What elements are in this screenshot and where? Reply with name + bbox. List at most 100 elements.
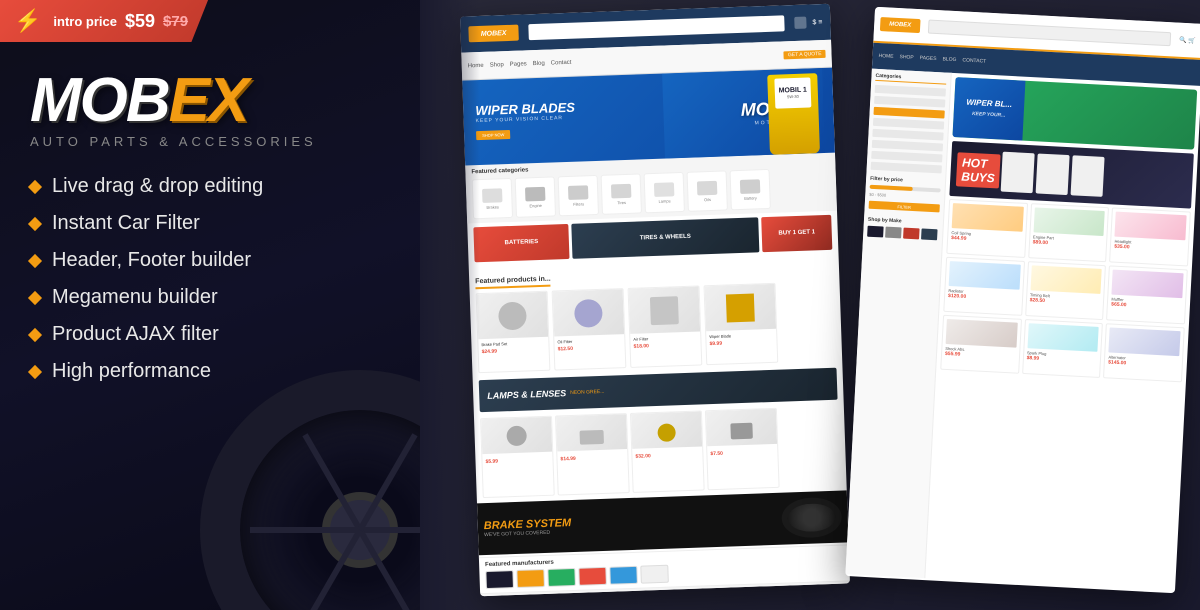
screenshot-main: MOBEX $ ≡ Home Shop Pages Blog Contact G…	[460, 4, 850, 597]
main-container: ⚡ intro price $59 $79 MOBEX AUTO PARTS &…	[0, 0, 1200, 610]
ss-price-range: $0 - $500	[869, 192, 940, 201]
ss-wiper-banner: WIPER BLADES KEEP YOUR VISION CLEAR SHOP…	[462, 68, 835, 166]
ss-right-product-row-1: Coil Spring $44.99 Engine Part $89.00 He…	[946, 199, 1191, 267]
ss-oil-type: 5W-30	[787, 94, 799, 99]
ss-cat-row: Brakes Engine Filters Tires Lamps Oils B…	[472, 167, 831, 219]
ss-right-product-row-2: Radiator $120.00 Timing Belt $28.50 Muff…	[943, 257, 1188, 325]
bullet-5	[28, 327, 42, 341]
logo-mob: MOB	[30, 66, 169, 135]
ss-product-3-info: Air Filter $18.00	[630, 331, 701, 353]
ss-r-prod-5: Timing Belt $28.50	[1025, 261, 1106, 320]
ss-product-2-info: Oil Filter $12.50	[554, 334, 625, 356]
ss-lamps-title: LAMPS & LENSES	[487, 388, 566, 401]
ss-banner-batteries-text: BATTERIES	[505, 239, 539, 248]
ss-mfr-bmw	[485, 570, 514, 589]
ss-product-6: $14.99	[555, 413, 630, 495]
ss-r-prod-3: Headlight $35.00	[1109, 207, 1190, 266]
ss-right-layout: Categories Filter by price $0 - $500	[845, 69, 1200, 592]
ss-r-prod-7: Shock Abs. $55.99	[940, 315, 1021, 374]
ss-product-3-name: Air Filter	[633, 335, 697, 342]
ss-nav-blog: Blog	[533, 60, 545, 66]
ss-product-grid: Brake Pad Set $24.99 Oil Filter $12.50	[476, 281, 837, 373]
ss-brand-logos-sidebar: Shop by Make	[867, 217, 939, 241]
ss-product-8-price: $7.50	[710, 449, 774, 457]
bullet-1	[28, 179, 42, 193]
bullet-4	[28, 290, 42, 304]
ss-mfr-shell	[516, 569, 545, 588]
feature-item-5: Product AJAX filter	[30, 323, 390, 346]
ss-banner-sale: BUY 1 GET 1	[761, 215, 832, 252]
spoke-2	[357, 529, 417, 610]
logo-tagline: AUTO PARTS & ACCESSORIES	[30, 134, 390, 149]
ss-price-slider-fill	[870, 185, 913, 191]
ss-right-nav-2: SHOP	[899, 54, 913, 61]
ss-brand-logo-grid	[867, 226, 938, 241]
ss-hot-prod-2	[1036, 153, 1070, 195]
ss-cat-4-label: Tires	[617, 199, 626, 204]
bullet-3	[28, 253, 42, 267]
ss-lamps-sale: NEON GREE...	[570, 389, 604, 396]
ss-cat-7-label: Battery	[744, 195, 757, 200]
ss-cat-3-label: Filters	[573, 201, 584, 206]
ss-right-nav-4: BLOG	[942, 56, 956, 63]
lightning-icon: ⚡	[14, 8, 41, 34]
ss-logo-mercedes	[885, 227, 902, 239]
ss-cat-3: Filters	[558, 175, 599, 216]
ss-nav-pages: Pages	[510, 61, 527, 68]
ss-mfr-mobil	[609, 566, 638, 585]
ss-r-prod-2-img	[1033, 207, 1105, 236]
ss-product-1-info: Brake Pad Set $24.99	[478, 337, 549, 359]
ss-product-6-img	[556, 414, 627, 451]
feature-item-1: Live drag & drop editing	[30, 175, 390, 198]
bullet-2	[28, 216, 42, 230]
ss-r-prod-4: Radiator $120.00	[943, 257, 1024, 316]
ss-mobil-area: MOBIL 1 MOTOR OIL MOBIL 1 5W-30	[662, 68, 825, 159]
ss-product-3-img	[629, 286, 701, 333]
ss-nav-cta: GET A QUOTE	[784, 49, 826, 58]
ss-product-1: Brake Pad Set $24.99	[476, 291, 551, 373]
feature-item-3: Header, Footer builder	[30, 249, 390, 272]
ss-product-5-info: $5.99	[482, 452, 552, 468]
ss-banner-batteries: BATTERIES	[473, 224, 569, 262]
feature-text-2: Instant Car Filter	[52, 212, 200, 235]
ss-r-prod-7-img	[946, 319, 1018, 348]
ss-sidebar-item-7	[871, 151, 942, 163]
ss-product-6-price: $14.99	[560, 454, 624, 462]
ss-product-7-info: $32.00	[632, 446, 702, 462]
ss-cat-1-label: Brakes	[486, 204, 499, 209]
ss-red-buys-badge: HOTBUYS	[956, 152, 1001, 188]
ss-more-products: $5.99 $14.99 $32.00	[474, 402, 847, 501]
spoke-3	[302, 529, 362, 610]
ss-product-2-price: $12.50	[558, 344, 622, 352]
ss-more-grid: $5.99 $14.99 $32.00	[480, 406, 841, 498]
ss-sidebar-item-3-active	[873, 107, 944, 119]
ss-products-section: Featured products in... Brake Pad Set $2…	[469, 254, 843, 378]
ss-mfr-bp	[547, 568, 576, 587]
bullet-6	[28, 364, 42, 378]
ss-product-7-price: $32.00	[635, 452, 699, 460]
ss-cat-5-label: Lamps	[658, 198, 670, 203]
ss-product-4-img	[705, 284, 777, 331]
ss-right-search	[928, 20, 1172, 47]
ss-r-prod-8-img	[1027, 323, 1099, 352]
feature-text-1: Live drag & drop editing	[52, 175, 263, 198]
feature-text-3: Header, Footer builder	[52, 249, 251, 272]
ss-oil-label: MOBIL 1 5W-30	[774, 77, 811, 108]
ss-mfr-other	[640, 565, 669, 584]
ss-product-2-img	[553, 289, 625, 336]
ss-r-prod-1: Coil Spring $44.99	[946, 199, 1027, 258]
ss-hot-products	[1001, 151, 1105, 196]
ss-sidebar-item-2	[874, 96, 945, 108]
ss-filter-label: Filter by price	[870, 176, 941, 186]
ss-right-nav-1: HOME	[878, 53, 893, 60]
ss-products-title: Featured products in...	[475, 276, 551, 290]
ss-product-6-info: $14.99	[557, 449, 627, 465]
new-price: $59	[125, 11, 155, 32]
ss-sidebar-item-8	[871, 162, 942, 174]
spoke-5	[302, 433, 362, 531]
ss-cat-5: Lamps	[644, 172, 685, 213]
feature-text-5: Product AJAX filter	[52, 323, 219, 346]
ss-cat-6-label: Oils	[704, 196, 711, 201]
ss-nav-home: Home	[468, 62, 484, 69]
ss-r-prod-9: Alternator $145.00	[1103, 323, 1184, 382]
